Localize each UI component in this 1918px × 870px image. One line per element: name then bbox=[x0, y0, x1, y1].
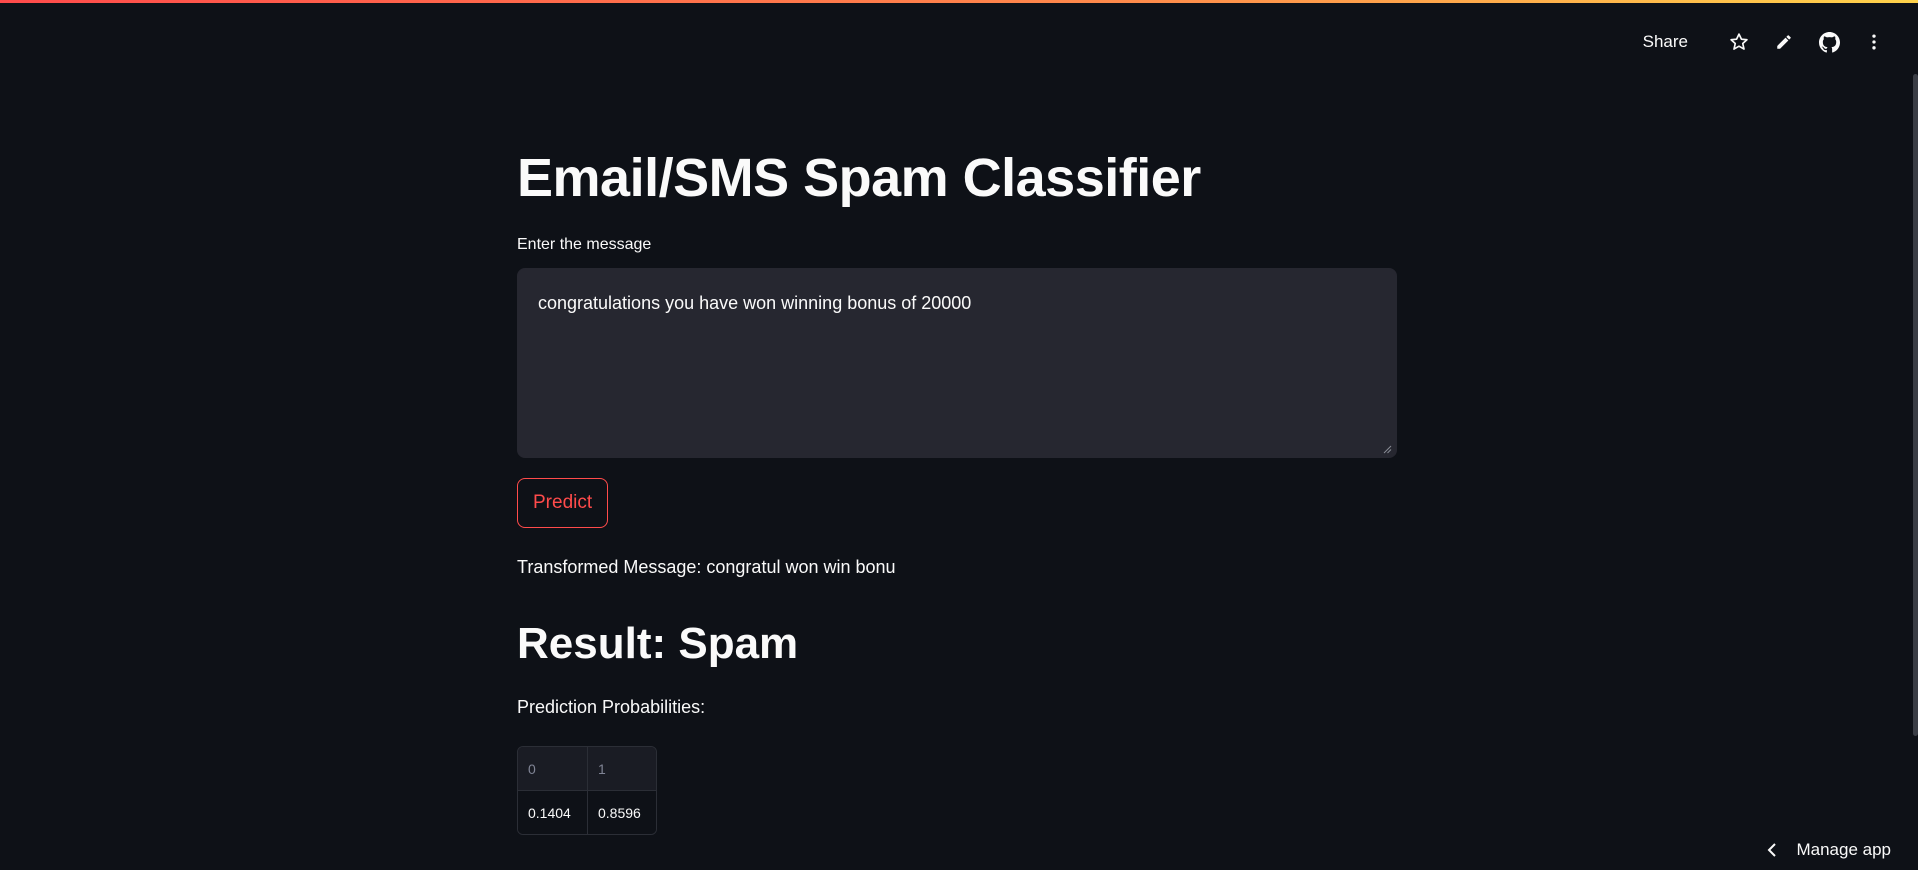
message-textarea[interactable]: congratulations you have won winning bon… bbox=[517, 268, 1397, 458]
table-cell[interactable]: 0.1404 bbox=[518, 791, 587, 834]
probabilities-table[interactable]: 0 1 0.1404 0.8596 bbox=[517, 746, 657, 835]
column-header[interactable]: 1 bbox=[587, 747, 656, 790]
predict-button[interactable]: Predict bbox=[517, 478, 609, 528]
kebab-menu-icon[interactable] bbox=[1860, 28, 1888, 56]
manage-app-button[interactable]: Manage app bbox=[1766, 840, 1891, 860]
result-heading: Result: Spam bbox=[517, 619, 799, 668]
table-header-row: 0 1 bbox=[518, 747, 656, 790]
column-header[interactable]: 0 bbox=[518, 747, 587, 790]
pencil-icon[interactable] bbox=[1770, 28, 1798, 56]
page-title: Email/SMS Spam Classifier bbox=[517, 148, 1201, 208]
star-icon[interactable] bbox=[1725, 28, 1753, 56]
message-input-label: Enter the message bbox=[517, 236, 652, 253]
table-cell[interactable]: 0.8596 bbox=[587, 791, 656, 834]
top-accent-bar bbox=[0, 0, 1918, 3]
scrollbar[interactable] bbox=[1913, 74, 1918, 736]
github-icon[interactable] bbox=[1815, 28, 1843, 56]
main-content: Email/SMS Spam Classifier Enter the mess… bbox=[517, 145, 1397, 840]
message-text: congratulations you have won winning bon… bbox=[538, 293, 972, 313]
share-button[interactable]: Share bbox=[1643, 32, 1688, 52]
resize-grip-icon[interactable] bbox=[1382, 444, 1392, 454]
probabilities-label: Prediction Probabilities: bbox=[517, 697, 706, 717]
transformed-message: Transformed Message: congratul won win b… bbox=[517, 557, 896, 577]
chevron-left-icon bbox=[1768, 843, 1777, 857]
manage-app-label: Manage app bbox=[1796, 840, 1891, 859]
app-toolbar: Share bbox=[1643, 28, 1888, 56]
table-row: 0.1404 0.8596 bbox=[518, 790, 656, 834]
